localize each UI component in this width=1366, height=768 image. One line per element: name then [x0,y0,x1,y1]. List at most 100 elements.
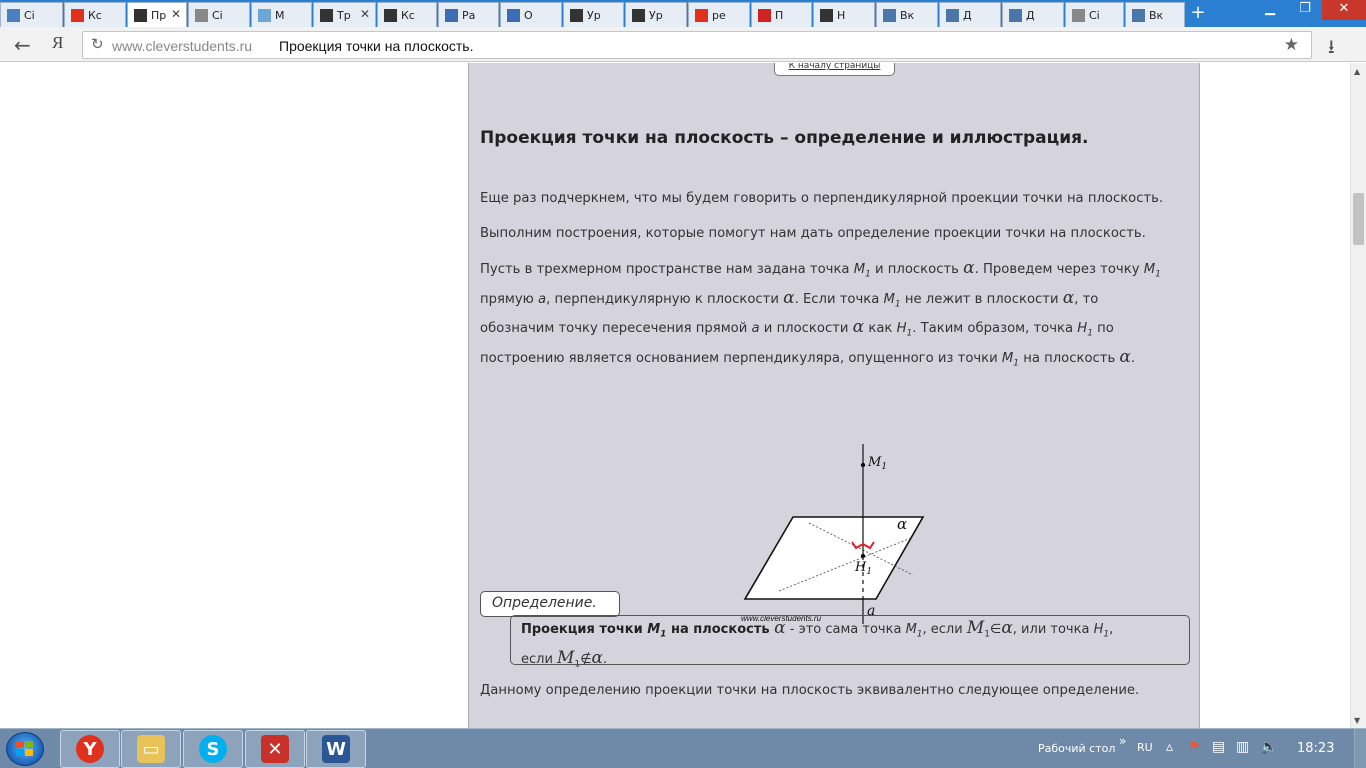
browser-tab[interactable]: Пр ✕ [127,2,187,27]
tab-label: Н [837,8,846,22]
download-icon[interactable]: ⭳ [1328,33,1335,65]
browser-tab[interactable]: М [251,2,312,27]
tab-label: Сі [1089,8,1100,22]
word-icon: W [322,735,350,763]
browser-tab[interactable]: О [500,2,562,27]
tray-chevron[interactable]: » [1119,734,1126,748]
close-window-button[interactable]: ✕ [1322,0,1366,20]
tray-flag-icon[interactable]: ⚑ [1188,739,1201,755]
browser-tab[interactable]: П [751,2,812,27]
taskbar-app[interactable]: ✕ [245,730,305,768]
bookmark-star-icon[interactable]: ★ [1284,35,1299,55]
tab-label: Кс [88,8,102,22]
network-icon[interactable]: ▥ [1236,739,1249,755]
definition-box: Проекция точки M1 на плоскость α - это с… [510,615,1190,669]
back-arrow-icon[interactable]: ← [14,33,31,57]
yandex-browser-icon: Y [76,735,104,763]
browser-tab[interactable]: Ра [438,2,499,27]
tray-device-icon[interactable]: ▤ [1212,739,1225,755]
browser-tab[interactable]: Ур [625,2,687,27]
browser-tab[interactable]: Н [813,2,875,27]
taskbar-yandex-browser[interactable]: Y [60,730,120,768]
folder-icon: ▭ [137,735,165,763]
browser-tab[interactable]: Сі [188,2,250,27]
tab-label: Кс [401,8,415,22]
browser-tab[interactable]: Ур [563,2,624,27]
reload-icon[interactable]: ↻ [91,35,104,53]
language-indicator[interactable]: RU [1137,741,1153,754]
url-field[interactable]: ↻ www.cleverstudents.ru Проекция точки н… [82,31,1312,59]
doc-icon [7,8,20,22]
paragraph-3: Пусть в трехмерном пространстве нам зада… [480,258,1161,369]
point-m1 [860,462,866,468]
page-title-in-url: Проекция точки на плоскость. [279,38,474,54]
point-h1 [860,553,866,559]
browser-tab[interactable]: ре [688,2,750,27]
tab-label: Д [1026,8,1035,22]
tab-label: Вк [1149,8,1164,22]
paragraph-1: Еще раз подчеркнем, что мы будем говорит… [480,191,1164,206]
taskbar-word[interactable]: W [306,730,366,768]
folder-icon [258,8,271,22]
restore-button[interactable]: ❐ [1291,0,1319,20]
start-button[interactable] [6,732,44,766]
windows-flag-icon [16,741,33,756]
browser-tab[interactable]: Вк [1125,2,1185,27]
sqrt-icon [320,8,333,22]
back-to-top-link[interactable]: К началу страницы [774,63,895,76]
close-tab-icon[interactable]: ✕ [171,7,181,21]
yandex-logo-icon[interactable]: Я [52,33,63,53]
show-desktop-button[interactable] [1354,729,1366,768]
browser-tab[interactable]: Д [1002,2,1064,27]
gear-icon [820,8,833,22]
minimize-button[interactable]: ▁ [1256,0,1284,20]
browser-tab[interactable]: Сі [1065,2,1124,27]
tab-label: Д [963,8,972,22]
book-icon [507,8,520,22]
puzzle-icon [134,8,147,22]
tab-label: Сі [212,8,223,22]
tab-label: Пр [151,8,167,22]
tab-strip: Вк Сі Д Д Вк Н Пре Ур Ур О Ра Кс Тр ✕ М Сі Пр ✕ Кс Сі + ▁ ❐… [0,0,1366,27]
tab-label: О [524,8,533,22]
channel-one-icon [758,8,771,22]
vk-icon [1132,8,1145,22]
browser-tab[interactable]: Кс [377,2,437,27]
browser-tab[interactable]: Тр ✕ [313,2,376,27]
yandex-icon [695,8,708,22]
tab-label: Ра [462,8,476,22]
sqrt-icon [384,8,397,22]
sqrt-icon [632,8,645,22]
paragraph-2: Выполним построения, которые помогут нам… [480,226,1146,241]
page-icon [195,8,208,22]
tab-label: Тр [337,8,351,22]
browser-tab[interactable]: Кс [64,2,126,27]
address-bar: ← Я ↻ www.cleverstudents.ru Проекция точ… [0,27,1366,62]
article-column: К началу страницы Проекция точки на плос… [468,63,1200,728]
tab-label: Ур [649,8,663,22]
tab-label: ре [712,8,726,22]
new-tab-button[interactable]: + [1187,2,1209,24]
definition-tab: Определение. [480,591,620,617]
browser-tab[interactable]: Д [939,2,1001,27]
tray-expand-icon[interactable]: ▵ [1166,739,1173,755]
vertical-scrollbar[interactable]: ▲ ▼ [1350,63,1366,728]
taskbar-explorer[interactable]: ▭ [121,730,181,768]
sqrt-icon [570,8,583,22]
clock[interactable]: 18:23 [1297,741,1334,756]
close-tab-icon[interactable]: ✕ [360,7,370,21]
scroll-down-icon[interactable]: ▼ [1354,716,1360,725]
scroll-thumb[interactable] [1353,193,1364,245]
taskbar-skype[interactable]: S [183,730,243,768]
paragraph-4: Данному определению проекции точки на пл… [480,683,1140,698]
volume-icon[interactable]: 🔈 [1260,739,1277,755]
url-host: www.cleverstudents.ru [112,38,253,54]
projection-diagram: M1 α H1 a www.cleverstudents.ru [741,444,925,624]
tab-label: П [775,8,784,22]
app-red-icon: ✕ [261,735,289,763]
browser-tab[interactable]: Сі [0,2,63,27]
windows-taskbar: Y ▭ S ✕ W Рабочий стол » RU ▵ ⚑ ▤ ▥ 🔈 18… [0,728,1366,768]
desktop-label[interactable]: Рабочий стол [1038,742,1115,755]
browser-tab[interactable]: Вк [876,2,938,27]
scroll-up-icon[interactable]: ▲ [1354,67,1360,76]
